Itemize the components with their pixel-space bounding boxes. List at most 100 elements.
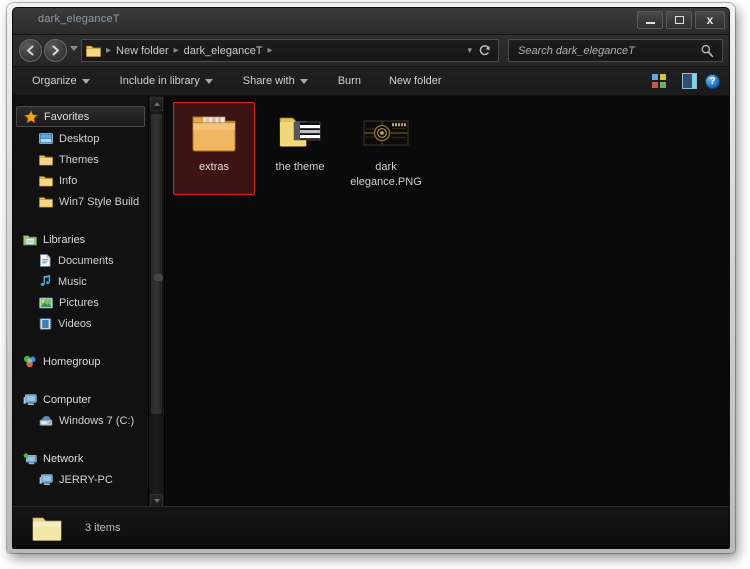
- sidebar-item-network[interactable]: Network: [13, 449, 148, 468]
- breadcrumb-item-1[interactable]: dark_eleganceT: [182, 45, 265, 57]
- sidebar-item-favorites[interactable]: Favorites: [16, 106, 145, 127]
- sidebar-item-label: JERRY-PC: [59, 473, 113, 486]
- organize-button[interactable]: Organize: [23, 72, 99, 90]
- sidebar-item-desktop[interactable]: Desktop: [13, 128, 148, 149]
- sidebar-item-info[interactable]: Info: [13, 170, 148, 191]
- nav-group-divider: [13, 212, 148, 230]
- sidebar-item-label: Desktop: [59, 132, 100, 145]
- desktop-icon: [39, 132, 53, 145]
- sidebar-item-label: Themes: [59, 153, 99, 166]
- chevron-down-icon: [81, 78, 90, 84]
- help-icon[interactable]: ?: [705, 73, 720, 89]
- address-bar-row: ▸ New folder ▸ dark_eleganceT ▸ ▾: [13, 35, 729, 67]
- file-item-dark-elegance-png[interactable]: dark elegance.PNG: [345, 102, 427, 195]
- search-icon[interactable]: [700, 44, 714, 58]
- status-bar: 3 items: [13, 506, 729, 548]
- address-bar[interactable]: ▸ New folder ▸ dark_eleganceT ▸ ▾: [81, 39, 499, 62]
- music-note-icon: [39, 275, 52, 288]
- scrollbar-thumb[interactable]: [151, 114, 163, 414]
- share-with-label: Share with: [242, 75, 295, 87]
- sidebar-item-music[interactable]: Music: [13, 271, 148, 292]
- change-view-icon[interactable]: [652, 74, 666, 88]
- preview-pane-icon[interactable]: [682, 73, 697, 89]
- share-with-button[interactable]: Share with: [234, 72, 317, 90]
- navigation-pane-scrollbar[interactable]: [149, 96, 165, 509]
- scroll-up-button[interactable]: [150, 97, 163, 111]
- sidebar-item-themes[interactable]: Themes: [13, 149, 148, 170]
- sidebar-item-windows-7-c[interactable]: Windows 7 (C:): [13, 410, 148, 431]
- scrollbar-grip: [154, 274, 163, 281]
- include-in-library-button[interactable]: Include in library: [111, 72, 222, 90]
- refresh-icon[interactable]: [478, 44, 492, 57]
- minimize-button[interactable]: [637, 11, 663, 29]
- file-list-pane[interactable]: extras the theme dark elegance.PNG: [165, 96, 729, 509]
- explorer-window: dark_eleganceT x ▸ New folder ▸ dark_ele…: [7, 3, 735, 553]
- folder-icon: [31, 514, 63, 542]
- breadcrumb-item-0[interactable]: New folder: [114, 45, 171, 57]
- nav-group-divider: [13, 334, 148, 352]
- sidebar-item-label: Pictures: [59, 296, 99, 309]
- status-item-count: 3 items: [85, 521, 121, 534]
- sidebar-item-jerry-pc[interactable]: JERRY-PC: [13, 469, 148, 490]
- folder-icon: [39, 196, 53, 208]
- nav-group-homegroup: Homegroup: [13, 352, 148, 371]
- harddisk-icon: [39, 415, 53, 427]
- sidebar-item-libraries[interactable]: Libraries: [13, 230, 148, 249]
- sidebar-item-pictures[interactable]: Pictures: [13, 292, 148, 313]
- desktop-background: dark_eleganceT x ▸ New folder ▸ dark_ele…: [0, 0, 750, 569]
- breadcrumb-separator: ▸: [173, 45, 179, 56]
- search-input[interactable]: [516, 43, 695, 58]
- chevron-down-icon: [153, 499, 160, 503]
- window-controls: x: [637, 11, 725, 29]
- include-in-library-label: Include in library: [119, 75, 200, 87]
- computer-icon: [23, 393, 37, 406]
- burn-button[interactable]: Burn: [329, 72, 370, 90]
- nav-group-divider: [13, 372, 148, 390]
- sidebar-item-computer[interactable]: Computer: [13, 390, 148, 409]
- new-folder-label: New folder: [388, 75, 442, 87]
- command-bar-right-group: ?: [652, 73, 729, 89]
- chevron-down-icon[interactable]: ▾: [467, 45, 472, 56]
- window-title: dark_eleganceT: [38, 13, 120, 25]
- file-item-extras[interactable]: extras: [173, 102, 255, 195]
- sidebar-item-label: Favorites: [44, 110, 90, 123]
- command-bar: Organize Include in library Share with B…: [13, 67, 729, 96]
- window-client-area: dark_eleganceT x ▸ New folder ▸ dark_ele…: [12, 7, 730, 549]
- file-name-label: extras: [199, 161, 229, 173]
- sidebar-item-label: Computer: [43, 393, 92, 406]
- network-icon: [23, 452, 37, 465]
- nav-group-computer: Computer Windows 7 (C:): [13, 390, 148, 431]
- sidebar-item-label: Win7 Style Build: [59, 195, 140, 208]
- file-name-label: dark elegance.PNG: [350, 161, 422, 188]
- back-button[interactable]: [19, 39, 42, 62]
- forward-button[interactable]: [44, 39, 67, 62]
- back-arrow-icon: [27, 45, 34, 56]
- sidebar-item-documents[interactable]: Documents: [13, 250, 148, 271]
- new-folder-button[interactable]: New folder: [380, 72, 451, 90]
- nav-group-network: Network JERRY-PC: [13, 449, 148, 490]
- folder-icon: [39, 175, 53, 187]
- maximize-icon: [674, 16, 684, 24]
- nav-group-divider: [13, 431, 148, 449]
- recent-pages-button[interactable]: [70, 46, 78, 51]
- breadcrumb-separator[interactable]: ▸: [265, 45, 276, 56]
- close-button[interactable]: x: [695, 11, 725, 29]
- forward-arrow-icon: [52, 45, 59, 56]
- nav-group-libraries: Libraries Documents Music Pictures Video…: [13, 230, 148, 334]
- sidebar-item-label: Videos: [58, 317, 92, 330]
- nav-group-favorites: Favorites Desktop Themes Info Win7 Style…: [13, 106, 148, 212]
- file-name-label: the theme: [275, 161, 325, 173]
- sidebar-item-videos[interactable]: Videos: [13, 313, 148, 334]
- search-box[interactable]: [508, 39, 723, 62]
- title-bar[interactable]: dark_eleganceT x: [13, 8, 729, 35]
- folder-open-files-icon: [190, 109, 238, 155]
- file-item-the-theme[interactable]: the theme: [259, 102, 341, 195]
- folder-theme-icon: [276, 109, 324, 155]
- maximize-button[interactable]: [666, 11, 692, 29]
- minimize-icon: [645, 21, 655, 24]
- sidebar-item-homegroup[interactable]: Homegroup: [13, 352, 148, 371]
- computer-icon: [39, 473, 53, 486]
- video-icon: [39, 317, 52, 330]
- star-icon: [24, 109, 38, 124]
- sidebar-item-win7-style-builder[interactable]: Win7 Style Build: [13, 191, 148, 212]
